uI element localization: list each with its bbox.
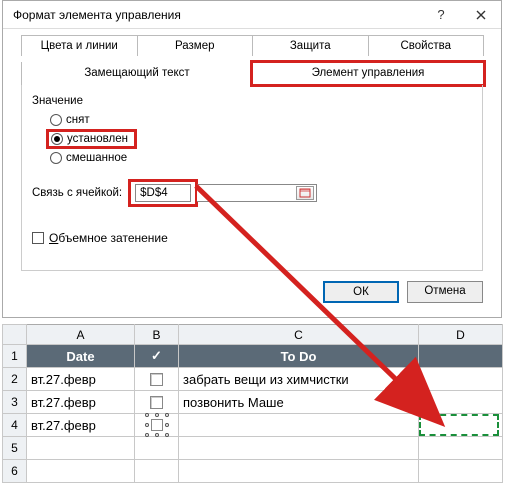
checkbox-control-selected[interactable] [147, 415, 167, 435]
cell-date[interactable]: вт.27.февр [27, 391, 135, 414]
table-row: 2 вт.27.февр забрать вещи из химчистки [3, 368, 503, 391]
cell-check[interactable] [135, 414, 179, 437]
tabs-row-2: Замещающий текст Элемент управления [21, 62, 483, 85]
cell-check[interactable] [135, 368, 179, 391]
cell[interactable] [135, 460, 179, 483]
cell[interactable] [179, 460, 419, 483]
table-row: 6 [3, 460, 503, 483]
dialog-buttons: ОК Отмена [3, 271, 501, 317]
cell-link-label: Связь с ячейкой: [32, 187, 122, 199]
table-row: 5 [3, 437, 503, 460]
titlebar: Формат элемента управления ? [3, 1, 501, 29]
tab-control[interactable]: Элемент управления [252, 62, 484, 85]
header-d[interactable] [419, 345, 503, 368]
spreadsheet: A B C D 1 Date ✓ To Do 2 вт.27.февр забр… [2, 324, 502, 483]
col-header-d[interactable]: D [419, 325, 503, 345]
col-header-b[interactable]: B [135, 325, 179, 345]
checkbox-control[interactable] [150, 373, 163, 386]
cell-todo[interactable]: забрать вещи из химчистки [179, 368, 419, 391]
row-header-1[interactable]: 1 [3, 345, 27, 368]
cell-date[interactable]: вт.27.февр [27, 414, 135, 437]
radio-label: смешанное [66, 152, 127, 164]
cell-check[interactable] [135, 391, 179, 414]
tab-size[interactable]: Размер [137, 35, 254, 56]
value-label: Значение [32, 95, 472, 107]
cell-todo[interactable] [179, 414, 419, 437]
shadow-row[interactable]: Объемное затенение [32, 231, 472, 245]
tab-colors-lines[interactable]: Цвета и линии [21, 35, 138, 56]
cell[interactable] [135, 437, 179, 460]
cell[interactable] [179, 437, 419, 460]
cell-d[interactable] [419, 391, 503, 414]
cancel-button[interactable]: Отмена [407, 281, 483, 303]
header-date[interactable]: Date [27, 345, 135, 368]
cell[interactable] [419, 437, 503, 460]
tab-alt-text[interactable]: Замещающий текст [21, 62, 253, 85]
close-icon [476, 10, 486, 20]
col-header-a[interactable]: A [27, 325, 135, 345]
range-picker-button[interactable] [296, 186, 314, 200]
cell[interactable] [27, 460, 135, 483]
cell-link-row: Связь с ячейкой: [32, 179, 472, 207]
row-header[interactable]: 6 [3, 460, 27, 483]
row-header[interactable]: 4 [3, 414, 27, 437]
radio-mixed[interactable]: смешанное [32, 151, 472, 165]
cell-d[interactable] [419, 368, 503, 391]
radio-icon [50, 152, 62, 164]
cell-link-highlight [128, 179, 198, 207]
row-header[interactable]: 2 [3, 368, 27, 391]
checkbox-control[interactable] [150, 396, 163, 409]
tab-content: Значение снят установлен смешанное Связь… [21, 85, 483, 271]
cell[interactable] [419, 460, 503, 483]
help-button[interactable]: ? [421, 1, 461, 29]
cell-todo[interactable]: позвонить Маше [179, 391, 419, 414]
cell-link-field-ext[interactable] [197, 184, 317, 202]
row-header[interactable]: 3 [3, 391, 27, 414]
select-all-corner[interactable] [3, 325, 27, 345]
checkbox-icon [32, 232, 44, 244]
table-row: 3 вт.27.февр позвонить Маше [3, 391, 503, 414]
ok-button[interactable]: ОК [323, 281, 399, 303]
cell-d4[interactable] [419, 414, 503, 437]
radio-checked[interactable]: установлен [46, 129, 137, 149]
col-header-c[interactable]: C [179, 325, 419, 345]
cell[interactable] [27, 437, 135, 460]
shadow-label: Объемное затенение [49, 231, 168, 245]
dialog-title: Формат элемента управления [13, 8, 421, 22]
radio-label: установлен [67, 133, 128, 145]
header-todo[interactable]: To Do [179, 345, 419, 368]
radio-icon [51, 133, 63, 145]
format-control-dialog: Формат элемента управления ? Цвета и лин… [2, 0, 502, 318]
table-row: 4 вт.27.февр [3, 414, 503, 437]
close-button[interactable] [461, 1, 501, 29]
tabs-row-1: Цвета и линии Размер Защита Свойства [21, 35, 483, 56]
header-check[interactable]: ✓ [135, 345, 179, 368]
radio-icon [50, 114, 62, 126]
cell-date[interactable]: вт.27.февр [27, 368, 135, 391]
cell-link-input[interactable] [135, 184, 191, 202]
range-picker-icon [299, 188, 311, 198]
radio-unchecked[interactable]: снят [32, 113, 472, 127]
radio-label: снят [66, 114, 90, 126]
tab-properties[interactable]: Свойства [368, 35, 485, 56]
row-header[interactable]: 5 [3, 437, 27, 460]
tab-protection[interactable]: Защита [252, 35, 369, 56]
